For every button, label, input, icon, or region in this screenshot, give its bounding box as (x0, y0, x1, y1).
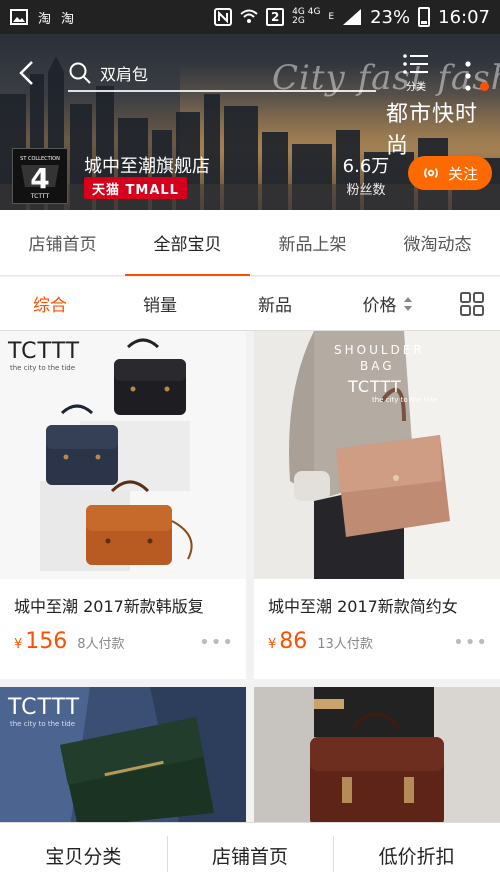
sort-newest[interactable]: 新品 (220, 291, 330, 316)
store-logo[interactable]: ST COLLECTION 4 TCTTT (12, 148, 68, 204)
signal-icon (343, 9, 362, 25)
app-root: 淘 淘 2 4G 4G 2G E 23% 16:07 City fast fas… (0, 0, 500, 888)
store-name: 城中至潮旗舰店 (84, 156, 210, 177)
network-type-bottom: 2G (292, 16, 305, 26)
category-menu-button[interactable]: 分类 (398, 52, 434, 98)
product-image (254, 687, 500, 827)
grid-view-icon[interactable] (460, 291, 484, 316)
notification-dot (480, 82, 489, 91)
product-card[interactable]: TCTTT the city to the tide (0, 687, 246, 827)
brand-tagline: the city to the tide (10, 720, 76, 728)
product-image: TCTTT SHOULDER BAG the city to the tide (254, 331, 500, 579)
notification-app-1: 淘 (38, 11, 52, 27)
store-logo-image: ST COLLECTION 4 TCTTT (20, 156, 60, 200)
search-icon (69, 62, 91, 84)
sold-count: 8人付款 (77, 637, 125, 652)
logo-number: 4 (30, 162, 49, 195)
product-meta: ¥ 86 13人付款 ••• (254, 617, 500, 654)
brand-watermark: TCTTT (8, 339, 81, 364)
status-left: 淘 淘 (10, 8, 74, 27)
fans-count: 6.6万 (342, 156, 390, 177)
gallery-notification-icon (10, 9, 28, 25)
overlay-text-shoulder: SHOULDER (334, 343, 425, 357)
bottom-nav-categories[interactable]: 宝贝分类 (0, 842, 167, 869)
store-banner: City fast fashion 都市快时尚 双肩包 分类 (0, 34, 500, 210)
tab-all-items[interactable]: 全部宝贝 (125, 210, 250, 276)
fans-label: 粉丝数 (346, 183, 386, 198)
network-type: 4G 4G 2G (292, 8, 320, 26)
overlay-text-bag: BAG (360, 359, 395, 373)
follow-label: 关注 (447, 164, 478, 183)
brand-watermark: TCTTT (8, 695, 81, 720)
tmall-badge: 天猫 TMALL (84, 177, 187, 199)
battery-percent: 23% (370, 6, 411, 28)
product-title: 城中至潮 2017新款韩版复 (14, 597, 204, 616)
bottom-nav-discounts[interactable]: 低价折扣 (333, 836, 500, 872)
sold-count: 13人付款 (317, 637, 373, 652)
product-card[interactable]: TCTTT the city to the tide 城中至潮 2017新款韩版… (0, 331, 246, 679)
tab-store-home[interactable]: 店铺首页 (0, 210, 125, 275)
product-card[interactable]: TCTTT SHOULDER BAG the city to the tide … (254, 331, 500, 679)
logo-bottom-text: TCTTT (30, 193, 50, 200)
notification-app-2: 淘 (61, 11, 75, 27)
sort-bar: 综合 销量 新品 价格 (0, 277, 500, 331)
product-image: TCTTT the city to the tide (0, 687, 246, 827)
sort-price[interactable]: 价格 (330, 291, 445, 316)
sim-indicator: 2 (266, 8, 285, 26)
follow-button[interactable]: 关注 (408, 156, 492, 190)
brand-tagline: the city to the tide (10, 364, 76, 372)
search-bar[interactable]: 双肩包 (68, 56, 376, 92)
status-bar: 淘 淘 2 4G 4G 2G E 23% 16:07 (0, 0, 500, 34)
store-tabs: 店铺首页 全部宝贝 新品上架 微淘动态 (0, 210, 500, 276)
category-menu-label: 分类 (406, 82, 426, 93)
more-options-icon[interactable] (458, 56, 478, 96)
search-query: 双肩包 (100, 65, 149, 84)
product-price: 86 (279, 629, 308, 654)
sort-price-label: 价格 (362, 296, 397, 316)
list-menu-icon (403, 54, 428, 74)
bottom-nav-store-home[interactable]: 店铺首页 (166, 836, 334, 872)
clock: 16:07 (438, 6, 490, 28)
banner-slogan: 都市快时尚 (386, 102, 479, 159)
product-card[interactable] (254, 687, 500, 827)
tab-weitao-feed[interactable]: 微淘动态 (375, 210, 500, 275)
card-more-icon[interactable]: ••• (199, 632, 234, 653)
nfc-icon (214, 8, 233, 26)
brand-tagline: the city to the tide (372, 396, 438, 404)
product-title: 城中至潮 2017新款简约女 (268, 597, 458, 616)
card-more-icon[interactable]: ••• (453, 632, 488, 653)
sort-comprehensive[interactable]: 综合 (0, 291, 100, 316)
battery-icon (418, 7, 431, 27)
price-currency: ¥ (14, 637, 23, 652)
product-image: TCTTT the city to the tide (0, 331, 246, 579)
sort-sales[interactable]: 销量 (100, 291, 220, 316)
signal-type: E (328, 12, 335, 22)
sort-arrows-icon (403, 296, 412, 311)
wifi-icon (240, 9, 258, 23)
price-currency: ¥ (268, 637, 277, 652)
product-photo-satchel-brown (254, 687, 500, 827)
brand-watermark: TCTTT (348, 377, 402, 396)
broadcast-icon (424, 168, 438, 178)
tab-new-arrivals[interactable]: 新品上架 (250, 210, 375, 275)
status-right: 2 4G 4G 2G E 23% 16:07 (214, 7, 490, 28)
back-arrow-icon[interactable] (12, 56, 42, 90)
product-price: 156 (25, 629, 68, 654)
bottom-navigation: 宝贝分类 店铺首页 低价折扣 (0, 822, 500, 888)
product-meta: ¥ 156 8人付款 ••• (0, 617, 246, 654)
